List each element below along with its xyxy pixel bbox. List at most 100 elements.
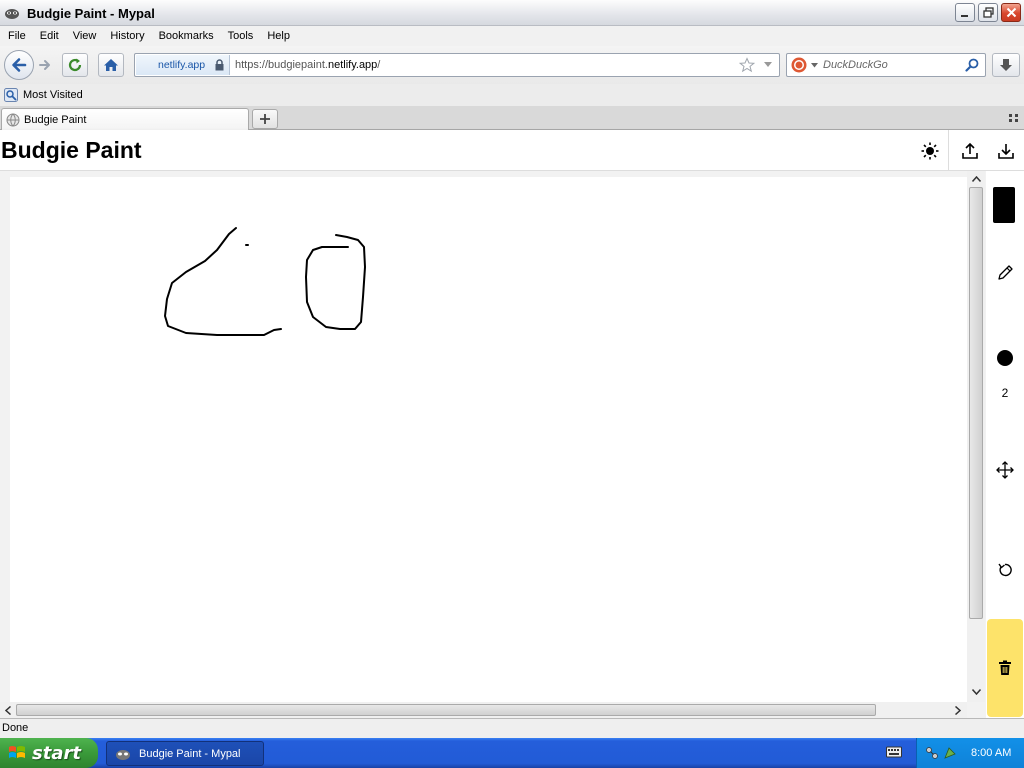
upload-button[interactable] (954, 136, 986, 166)
new-tab-button[interactable] (252, 109, 278, 129)
scroll-up-button[interactable] (968, 172, 984, 186)
start-button[interactable]: start (0, 738, 98, 768)
plus-icon (260, 114, 270, 124)
chevron-right-icon (955, 705, 961, 715)
download-arrow-icon (1000, 59, 1012, 71)
site-identity-badge[interactable]: netlify.app (136, 55, 230, 75)
menu-view[interactable]: View (73, 30, 97, 42)
menu-file[interactable]: File (8, 30, 26, 42)
minimize-button[interactable] (955, 3, 975, 22)
vertical-scrollbar[interactable] (967, 171, 985, 702)
tray-app-icon[interactable] (943, 746, 957, 760)
close-button[interactable] (1001, 3, 1021, 22)
tab-label: Budgie Paint (24, 114, 87, 126)
most-visited-bookmark[interactable]: Most Visited (23, 89, 83, 101)
duckduckgo-icon[interactable] (791, 57, 807, 73)
scroll-down-button[interactable] (968, 685, 984, 699)
forward-button[interactable] (34, 54, 56, 76)
canvas-container (0, 171, 986, 718)
upload-icon (962, 142, 978, 159)
menu-bookmarks[interactable]: Bookmarks (159, 30, 214, 42)
search-input[interactable]: DuckDuckGo (823, 59, 888, 71)
menu-bar: File Edit View History Bookmarks Tools H… (0, 26, 1024, 46)
reload-button[interactable] (62, 53, 88, 77)
globe-favicon-icon (6, 113, 20, 127)
url-dropmarker-icon[interactable] (763, 61, 773, 69)
pencil-tool-button[interactable] (986, 259, 1024, 287)
status-text: Done (2, 722, 29, 734)
search-engine-dropdown-icon[interactable] (811, 63, 818, 68)
lock-icon (215, 59, 224, 71)
forward-arrow-icon (39, 60, 50, 70)
menu-edit[interactable]: Edit (40, 30, 59, 42)
back-arrow-icon (12, 58, 27, 72)
scroll-left-button[interactable] (1, 703, 15, 717)
chevron-left-icon (5, 705, 11, 715)
restore-button[interactable] (978, 3, 998, 22)
chevron-up-icon (971, 176, 981, 182)
stroke-1 (164, 227, 282, 336)
status-bar: Done (0, 718, 1024, 738)
menu-tools[interactable]: Tools (228, 30, 254, 42)
delete-canvas-button[interactable] (987, 619, 1023, 717)
system-tray: 8:00 AM (916, 738, 1024, 768)
home-icon (104, 59, 118, 71)
trash-icon (999, 660, 1011, 675)
canvas-strokes (164, 227, 366, 336)
brush-size-dot-icon (997, 350, 1013, 366)
bookmarks-toolbar: Most Visited (0, 84, 1024, 106)
horizontal-scroll-thumb[interactable] (16, 704, 876, 716)
app-header: Budgie Paint (0, 130, 1024, 171)
color-picker-swatch[interactable] (993, 187, 1015, 223)
close-icon (1006, 7, 1016, 18)
search-bar[interactable]: DuckDuckGo (786, 53, 986, 77)
pan-tool-button[interactable] (986, 456, 1024, 484)
move-arrows-icon (996, 461, 1014, 479)
back-button[interactable] (4, 50, 34, 80)
drawing-canvas[interactable] (10, 177, 967, 703)
mypal-app-icon (5, 9, 19, 19)
download-image-button[interactable] (990, 136, 1022, 166)
brush-size-button[interactable] (986, 345, 1024, 371)
mypal-taskbar-icon (116, 749, 130, 760)
window-title: Budgie Paint - Mypal (27, 6, 155, 21)
most-visited-icon (4, 88, 18, 102)
undo-icon (998, 563, 1012, 577)
undo-button[interactable] (986, 556, 1024, 584)
url-suffix: / (377, 59, 381, 71)
tab-strip: Budgie Paint (0, 106, 1024, 131)
theme-toggle-button[interactable] (914, 136, 946, 166)
window-titlebar: Budgie Paint - Mypal (0, 0, 1024, 26)
url-text[interactable]: https://budgiepaint.netlify.app/ (235, 59, 380, 71)
url-prefix: https://budgiepaint. (235, 59, 328, 71)
app-title: Budgie Paint (1, 137, 142, 163)
windows-logo-icon (9, 746, 25, 758)
taskbar-item-label: Budgie Paint - Mypal (139, 747, 241, 760)
start-label: start (32, 742, 81, 764)
chevron-down-icon (971, 689, 981, 695)
downloads-button[interactable] (992, 53, 1020, 77)
search-magnifier-icon[interactable] (965, 58, 979, 72)
network-icon[interactable] (925, 746, 939, 760)
tab-budgie-paint[interactable]: Budgie Paint (1, 108, 249, 131)
minimize-icon (961, 14, 968, 17)
vertical-scroll-thumb[interactable] (969, 187, 983, 619)
stroke-2 (305, 234, 366, 330)
brush-size-value: 2 (1001, 386, 1009, 400)
clock: 8:00 AM (971, 747, 1012, 759)
keyboard-language-icon[interactable] (886, 745, 902, 759)
scroll-right-button[interactable] (951, 703, 965, 717)
taskbar-item-mypal[interactable]: Budgie Paint - Mypal (106, 741, 264, 766)
paint-toolbar: 2 (986, 171, 1024, 718)
menu-help[interactable]: Help (267, 30, 290, 42)
url-bar[interactable]: netlify.app https://budgiepaint.netlify.… (134, 53, 780, 77)
menu-history[interactable]: History (110, 30, 144, 42)
bookmark-star-icon[interactable] (739, 57, 755, 73)
list-all-tabs-icon[interactable] (1008, 112, 1020, 124)
sun-icon (921, 142, 939, 160)
restore-icon (982, 7, 994, 18)
horizontal-scrollbar[interactable] (0, 702, 967, 718)
home-button[interactable] (98, 53, 124, 77)
url-domain: netlify.app (327, 59, 378, 71)
page-content: Budgie Paint 2 (0, 130, 1024, 718)
